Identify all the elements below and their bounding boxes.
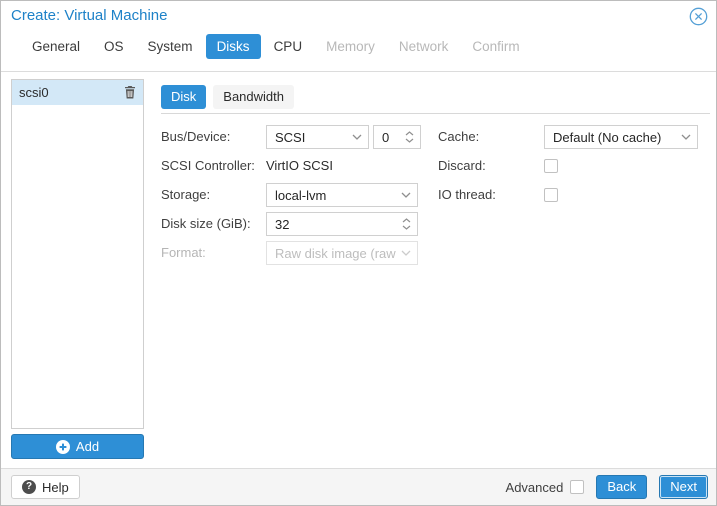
discard-label: Discard:	[438, 154, 486, 178]
create-vm-dialog: Create: Virtual Machine General OS Syste…	[0, 0, 717, 506]
disk-list-item-scsi0[interactable]: scsi0	[12, 80, 143, 105]
cache-label: Cache:	[438, 125, 479, 149]
question-circle-icon: ?	[22, 480, 36, 494]
tab-general[interactable]: General	[21, 34, 91, 59]
storage-combo[interactable]: local-lvm	[266, 183, 418, 207]
chevron-down-icon	[352, 134, 362, 140]
disk-list-panel: scsi0	[11, 79, 144, 429]
subtab-disk[interactable]: Disk	[161, 85, 206, 109]
trash-icon[interactable]	[124, 86, 136, 99]
bus-device-combo[interactable]: SCSI	[266, 125, 369, 149]
bus-device-label: Bus/Device:	[161, 125, 230, 149]
tab-confirm: Confirm	[461, 34, 530, 59]
advanced-label: Advanced	[506, 480, 564, 495]
format-label: Format:	[161, 241, 206, 265]
help-button[interactable]: ? Help	[11, 475, 80, 499]
disk-size-spinner[interactable]: 32	[266, 212, 418, 236]
add-button-label: Add	[76, 439, 99, 454]
bus-index-spinner[interactable]: 0	[373, 125, 421, 149]
advanced-checkbox[interactable]	[570, 480, 584, 494]
up-down-chevrons-icon[interactable]	[402, 218, 411, 230]
tab-network: Network	[388, 34, 460, 59]
cache-value: Default (No cache)	[553, 130, 681, 145]
chevron-down-icon	[401, 250, 411, 256]
bus-index-value: 0	[382, 130, 405, 145]
tab-system[interactable]: System	[137, 34, 204, 59]
disk-size-value: 32	[275, 217, 402, 232]
storage-value: local-lvm	[275, 188, 401, 203]
help-button-label: Help	[42, 480, 69, 495]
back-button[interactable]: Back	[596, 475, 647, 499]
scsi-controller-label: SCSI Controller:	[161, 154, 255, 178]
tab-memory: Memory	[315, 34, 386, 59]
subtab-separator	[161, 113, 710, 114]
io-thread-checkbox[interactable]	[544, 188, 558, 202]
scsi-controller-value: VirtIO SCSI	[266, 154, 333, 178]
up-down-chevrons-icon[interactable]	[405, 131, 414, 143]
plus-circle-icon	[56, 440, 70, 454]
format-combo: Raw disk image (raw	[266, 241, 418, 265]
disk-subtabs: Disk Bandwidth	[161, 85, 294, 109]
disk-item-label: scsi0	[19, 85, 124, 100]
cache-combo[interactable]: Default (No cache)	[544, 125, 698, 149]
next-button[interactable]: Next	[659, 475, 708, 499]
discard-checkbox[interactable]	[544, 159, 558, 173]
chevron-down-icon	[681, 134, 691, 140]
footer-toolbar: ? Help Advanced Back Next	[1, 468, 716, 505]
body-separator	[1, 71, 716, 72]
disk-size-label: Disk size (GiB):	[161, 212, 251, 236]
close-icon[interactable]	[689, 7, 708, 26]
tab-cpu[interactable]: CPU	[263, 34, 314, 59]
chevron-down-icon	[401, 192, 411, 198]
footer-actions: Advanced Back Next	[506, 475, 708, 499]
format-value: Raw disk image (raw	[275, 246, 401, 261]
tab-disks[interactable]: Disks	[206, 34, 261, 59]
subtab-bandwidth[interactable]: Bandwidth	[213, 85, 294, 109]
bus-device-value: SCSI	[275, 130, 352, 145]
dialog-title: Create: Virtual Machine	[11, 7, 167, 24]
tab-os[interactable]: OS	[93, 34, 135, 59]
storage-label: Storage:	[161, 183, 210, 207]
io-thread-label: IO thread:	[438, 183, 496, 207]
wizard-tabbar: General OS System Disks CPU Memory Netwo…	[21, 34, 533, 59]
add-disk-button[interactable]: Add	[11, 434, 144, 459]
